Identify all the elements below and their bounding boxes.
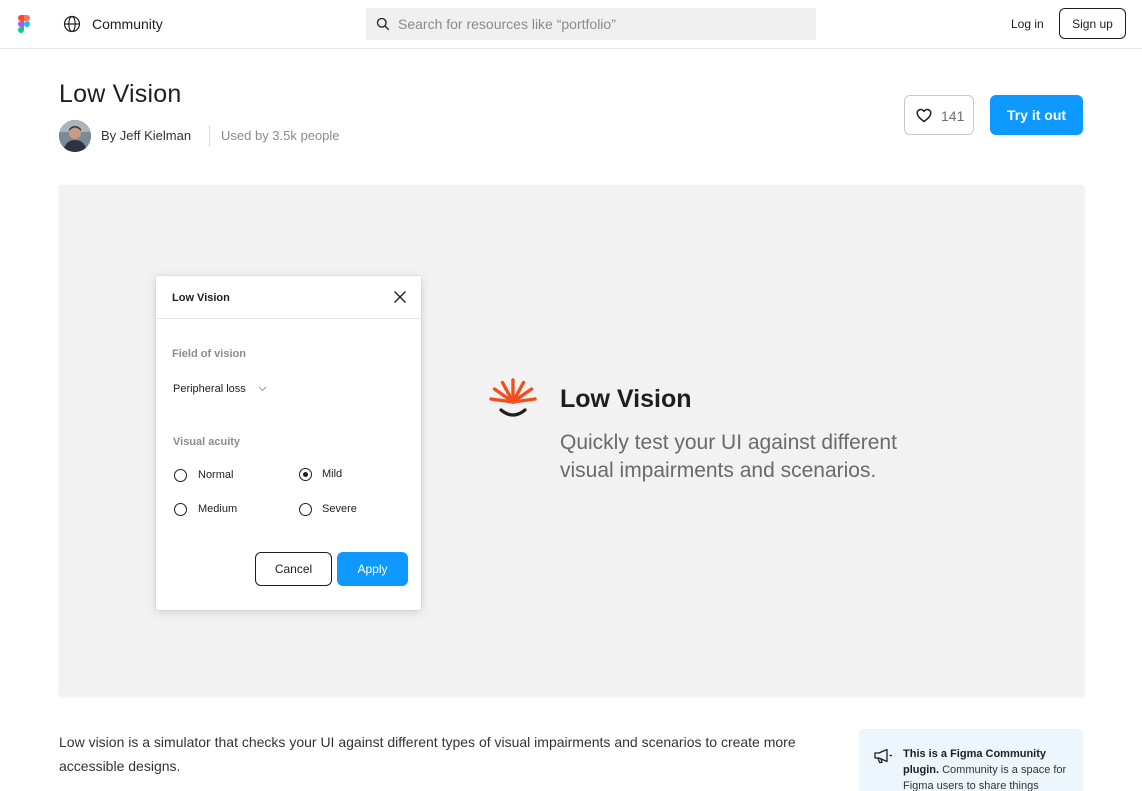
login-link[interactable]: Log in [1011, 17, 1044, 31]
search-input[interactable] [398, 8, 808, 40]
field-of-vision-label: Field of vision [172, 348, 246, 360]
plugin-dialog-preview: Low Vision Field of vision Peripheral lo… [156, 276, 421, 610]
search-bar[interactable] [366, 8, 816, 40]
radio-label-normal: Normal [198, 469, 234, 481]
field-of-vision-select: Peripheral loss [173, 383, 246, 395]
divider [209, 125, 210, 147]
radio-label-severe: Severe [322, 503, 357, 515]
figma-logo-icon[interactable] [18, 15, 30, 33]
page-title: Low Vision [59, 80, 182, 108]
like-count: 141 [941, 108, 965, 124]
resource-preview: Low Vision Field of vision Peripheral lo… [59, 185, 1084, 696]
radio-label-medium: Medium [198, 503, 238, 515]
chevron-down-icon [258, 386, 267, 392]
radio-severe [299, 503, 312, 516]
heart-icon [916, 108, 932, 123]
tagline-line-1: Quickly test your UI against different [560, 431, 897, 454]
dialog-cancel-button: Cancel [255, 552, 332, 586]
globe-icon [63, 15, 81, 33]
low-vision-logo-icon [489, 378, 537, 417]
tagline-line-2: visual impairments and scenarios. [560, 459, 877, 482]
preview-brand-name: Low Vision [560, 385, 692, 413]
try-it-out-button[interactable]: Try it out [990, 95, 1083, 135]
author-name[interactable]: By Jeff Kielman [101, 128, 191, 143]
author-avatar[interactable] [59, 120, 91, 152]
dialog-title: Low Vision [172, 292, 230, 304]
radio-mild [299, 468, 312, 481]
preview-tagline: Quickly test your UI against different v… [560, 429, 980, 485]
close-icon [394, 291, 406, 303]
dialog-header: Low Vision [156, 276, 421, 319]
radio-label-mild: Mild [322, 468, 343, 480]
community-link[interactable]: Community [92, 16, 163, 32]
resource-description: Low vision is a simulator that checks yo… [59, 734, 796, 774]
avatar-image [59, 120, 91, 152]
info-card-text: This is a Figma Community plugin. Commun… [903, 746, 1073, 791]
search-icon [376, 17, 390, 31]
dialog-apply-button: Apply [337, 552, 408, 586]
radio-normal [174, 469, 187, 482]
megaphone-icon [874, 748, 892, 764]
like-button[interactable]: 141 [904, 95, 974, 135]
visual-acuity-label: Visual acuity [173, 436, 241, 448]
top-navigation: Community Log in Sign up [0, 0, 1142, 49]
community-info-card: This is a Figma Community plugin. Commun… [859, 729, 1083, 791]
usage-count: Used by 3.5k people [221, 128, 340, 143]
radio-medium [174, 503, 187, 516]
signup-button[interactable]: Sign up [1059, 8, 1126, 39]
